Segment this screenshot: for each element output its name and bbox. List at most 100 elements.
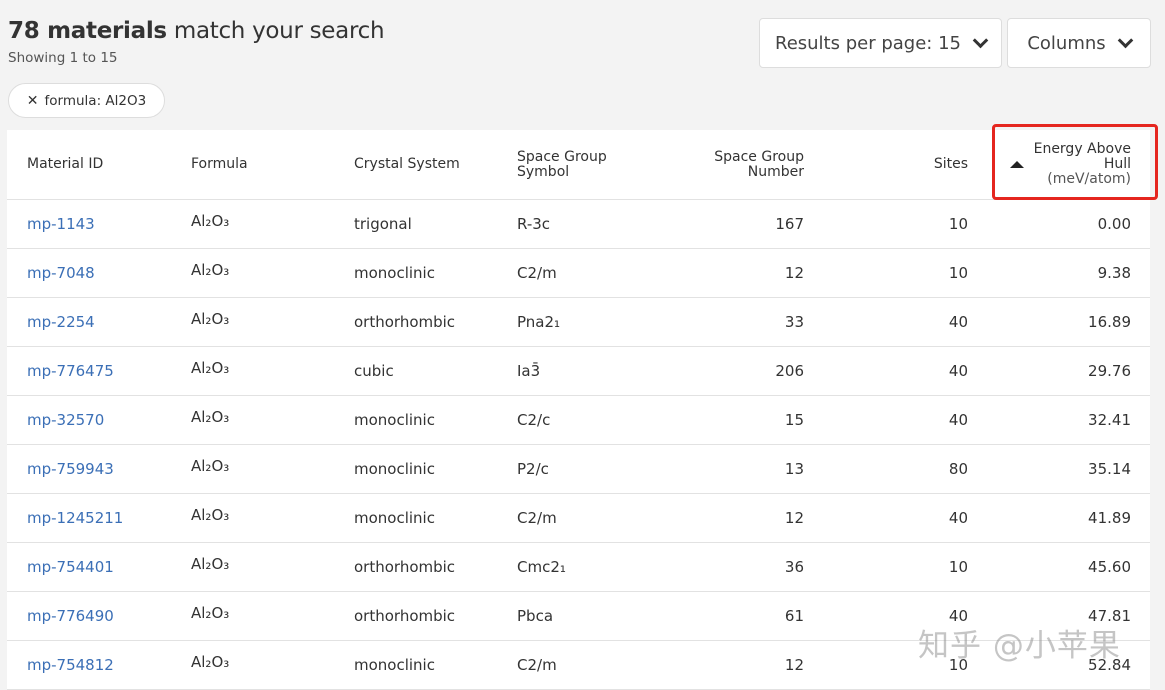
- sites-cell: 40: [948, 509, 968, 527]
- formula-cell: Al₂O₃: [191, 261, 230, 279]
- energy-above-hull-cell: 16.89: [1088, 313, 1131, 331]
- crystal-system-cell: monoclinic: [354, 656, 435, 674]
- crystal-system-cell: orthorhombic: [354, 607, 456, 625]
- material-id-link[interactable]: mp-776490: [27, 592, 114, 640]
- space-group-symbol-cell: Pna2₁: [517, 313, 561, 331]
- formula-cell: Al₂O₃: [191, 457, 230, 475]
- sites-cell: 40: [948, 362, 968, 380]
- space-group-symbol-cell: C2/c: [517, 411, 551, 429]
- crystal-system-cell: orthorhombic: [354, 313, 456, 331]
- space-group-number-cell: 33: [784, 313, 804, 331]
- crystal-system-cell: monoclinic: [354, 460, 435, 478]
- sites-cell: 10: [948, 264, 968, 282]
- energy-above-hull-cell: 35.14: [1088, 460, 1131, 478]
- table-row[interactable]: mp-1245211 Al₂O₃ monoclinic C2/m 12 40 4…: [7, 494, 1150, 543]
- table-row[interactable]: mp-32570 Al₂O₃ monoclinic C2/c 15 40 32.…: [7, 396, 1150, 445]
- energy-above-hull-cell: 45.60: [1088, 558, 1131, 576]
- crystal-system-cell: monoclinic: [354, 411, 435, 429]
- materials-table: Material ID Formula Crystal System Space…: [7, 124, 1158, 690]
- table-row[interactable]: mp-754812 Al₂O₃ monoclinic C2/m 12 10 52…: [7, 641, 1150, 690]
- formula-cell: Al₂O₃: [191, 359, 230, 377]
- chevron-down-icon: [1117, 32, 1133, 49]
- formula-cell: Al₂O₃: [191, 653, 230, 671]
- header-line: Space Group: [517, 148, 607, 165]
- columns-dropdown[interactable]: Columns: [1007, 18, 1151, 68]
- space-group-number-cell: 13: [784, 460, 804, 478]
- sites-cell: 10: [948, 656, 968, 674]
- space-group-number-cell: 61: [784, 607, 804, 625]
- formula-cell: Al₂O₃: [191, 604, 230, 622]
- table-row[interactable]: mp-754401 Al₂O₃ orthorhombic Cmc2₁ 36 10…: [7, 543, 1150, 592]
- table-row[interactable]: mp-1143 Al₂O₃ trigonal R-3c 167 10 0.00: [7, 200, 1150, 249]
- energy-above-hull-cell: 29.76: [1088, 362, 1131, 380]
- sites-cell: 40: [948, 607, 968, 625]
- space-group-number-cell: 206: [775, 362, 804, 380]
- space-group-symbol-cell: C2/m: [517, 656, 557, 674]
- crystal-system-cell: monoclinic: [354, 509, 435, 527]
- space-group-number-cell: 167: [775, 215, 804, 233]
- space-group-symbol-cell: Ia3̄: [517, 362, 541, 380]
- filter-chip-label: formula: Al2O3: [44, 92, 147, 109]
- table-row[interactable]: mp-759943 Al₂O₃ monoclinic P2/c 13 80 35…: [7, 445, 1150, 494]
- sites-cell: 10: [948, 215, 968, 233]
- table-row[interactable]: mp-776490 Al₂O₃ orthorhombic Pbca 61 40 …: [7, 592, 1150, 641]
- result-count: 78 materials: [8, 18, 167, 44]
- header-sites[interactable]: Sites: [934, 130, 968, 199]
- space-group-symbol-cell: Pbca: [517, 607, 554, 625]
- crystal-system-cell: orthorhombic: [354, 558, 456, 576]
- energy-above-hull-cell: 9.38: [1097, 264, 1131, 282]
- formula-cell: Al₂O₃: [191, 310, 230, 328]
- material-id-link[interactable]: mp-759943: [27, 445, 114, 493]
- energy-above-hull-cell: 47.81: [1088, 607, 1131, 625]
- results-per-page-label: Results per page: 15: [775, 32, 961, 54]
- results-per-page-dropdown[interactable]: Results per page: 15: [759, 18, 1002, 68]
- sites-cell: 10: [948, 558, 968, 576]
- material-id-link[interactable]: mp-2254: [27, 298, 95, 346]
- showing-range: Showing 1 to 15: [8, 50, 118, 66]
- header-space-group-number[interactable]: Space Group Number: [714, 130, 804, 199]
- space-group-symbol-cell: C2/m: [517, 509, 557, 527]
- header-line: Number: [747, 163, 804, 180]
- material-id-link[interactable]: mp-776475: [27, 347, 114, 395]
- sites-cell: 40: [948, 411, 968, 429]
- crystal-system-cell: monoclinic: [354, 264, 435, 282]
- material-id-link[interactable]: mp-1143: [27, 200, 95, 248]
- title-text: match your search: [166, 18, 385, 44]
- material-id-link[interactable]: mp-32570: [27, 396, 104, 444]
- header-crystal-system[interactable]: Crystal System: [354, 130, 460, 199]
- energy-above-hull-cell: 32.41: [1088, 411, 1131, 429]
- page-title: 78 materials match your search: [8, 18, 385, 44]
- space-group-symbol-cell: R-3c: [517, 215, 551, 233]
- table-row[interactable]: mp-2254 Al₂O₃ orthorhombic Pna2₁ 33 40 1…: [7, 298, 1150, 347]
- header-material-id[interactable]: Material ID: [27, 130, 103, 199]
- space-group-number-cell: 36: [784, 558, 804, 576]
- energy-above-hull-cell: 0.00: [1097, 215, 1131, 233]
- material-id-link[interactable]: mp-1245211: [27, 494, 123, 542]
- chevron-down-icon: [972, 32, 989, 49]
- table-row[interactable]: mp-776475 Al₂O₃ cubic Ia3̄ 206 40 29.76: [7, 347, 1150, 396]
- crystal-system-cell: cubic: [354, 362, 394, 380]
- header-formula[interactable]: Formula: [191, 130, 248, 199]
- formula-cell: Al₂O₃: [191, 555, 230, 573]
- header-line: Symbol: [517, 163, 570, 180]
- material-id-link[interactable]: mp-754812: [27, 641, 114, 689]
- header-space-group-symbol[interactable]: Space Group Symbol: [517, 130, 607, 199]
- material-id-link[interactable]: mp-754401: [27, 543, 114, 591]
- space-group-number-cell: 12: [784, 264, 804, 282]
- formula-cell: Al₂O₃: [191, 408, 230, 426]
- energy-above-hull-cell: 41.89: [1088, 509, 1131, 527]
- formula-cell: Al₂O₃: [191, 506, 230, 524]
- close-icon[interactable]: ✕: [27, 93, 39, 109]
- columns-label: Columns: [1027, 32, 1106, 54]
- sites-cell: 80: [948, 460, 968, 478]
- space-group-symbol-cell: P2/c: [517, 460, 549, 478]
- filter-chip-formula[interactable]: ✕ formula: Al2O3: [8, 83, 165, 118]
- table-row[interactable]: mp-7048 Al₂O₃ monoclinic C2/m 12 10 9.38: [7, 249, 1150, 298]
- space-group-number-cell: 12: [784, 509, 804, 527]
- header-line: Space Group: [714, 148, 804, 165]
- formula-cell: Al₂O₃: [191, 212, 230, 230]
- space-group-number-cell: 12: [784, 656, 804, 674]
- material-id-link[interactable]: mp-7048: [27, 249, 95, 297]
- space-group-number-cell: 15: [784, 411, 804, 429]
- sites-cell: 40: [948, 313, 968, 331]
